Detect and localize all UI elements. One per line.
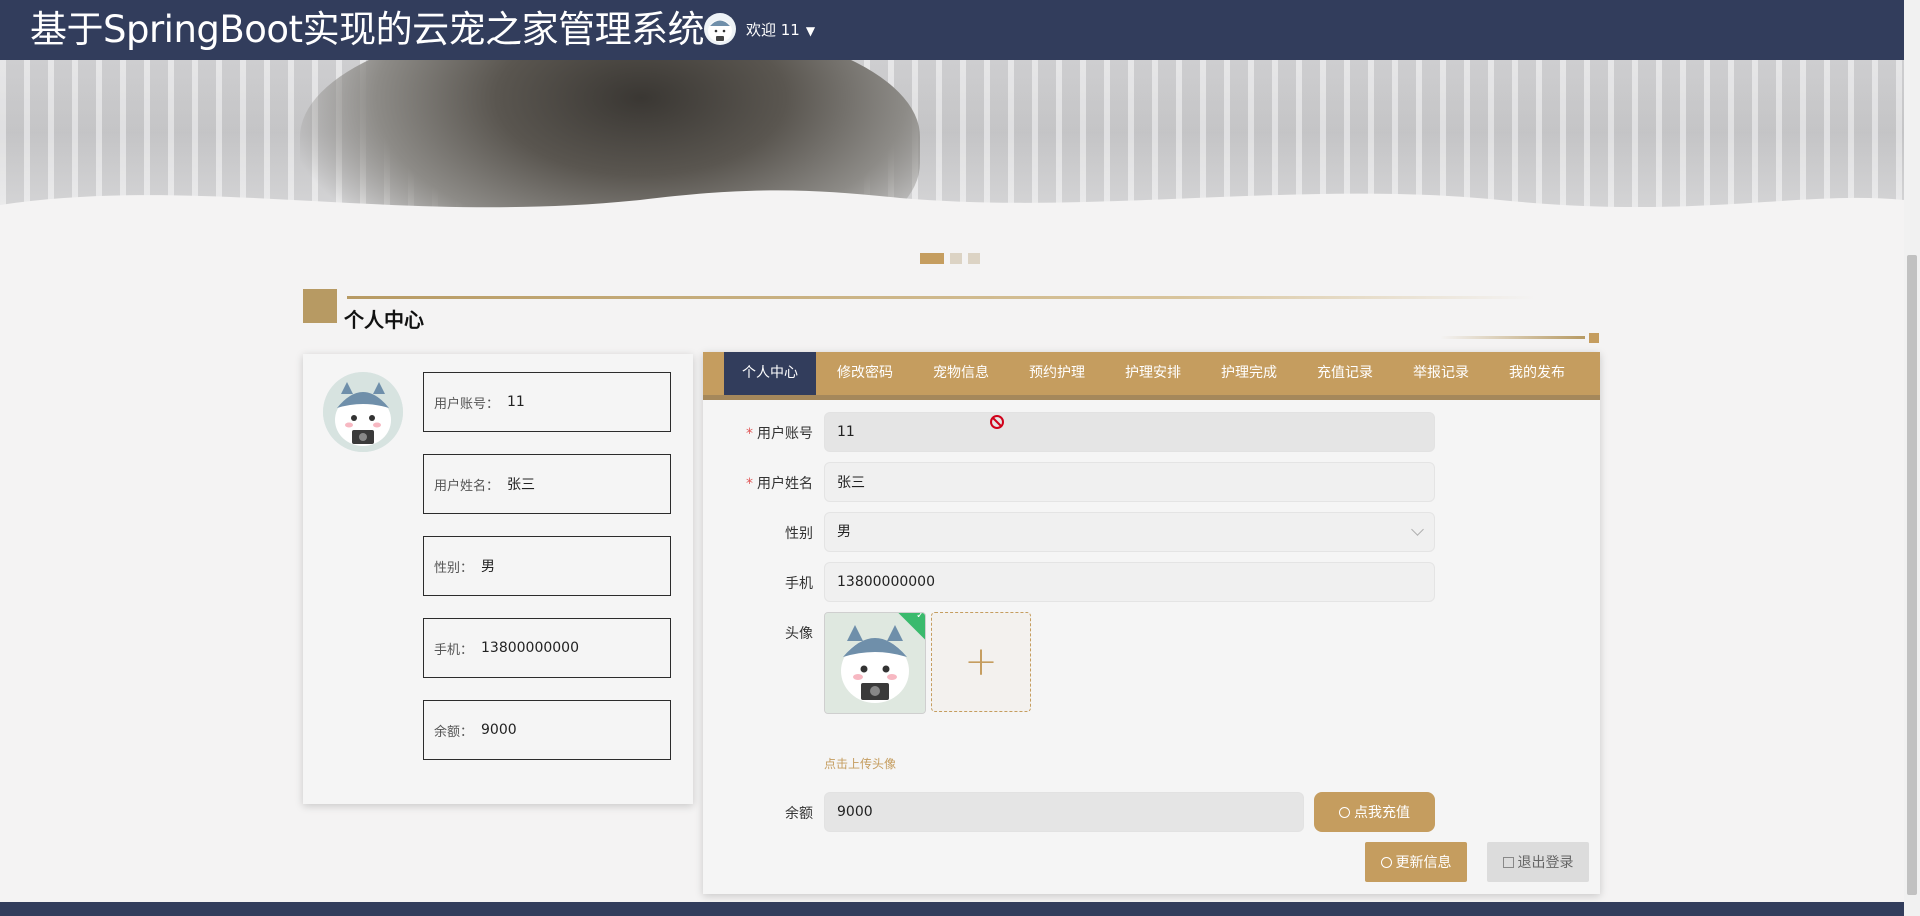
- info-account-label: 用户账号：: [434, 396, 500, 412]
- tab-recharge-records[interactable]: 充值记录: [1300, 352, 1390, 395]
- logout-button[interactable]: 退出登录: [1487, 842, 1589, 882]
- welcome-menu[interactable]: 欢迎 11 ▼: [746, 19, 815, 40]
- update-info-button[interactable]: 更新信息: [1365, 842, 1467, 882]
- info-account: 用户账号： 11: [423, 372, 671, 432]
- upload-hint: 点击上传头像: [824, 757, 897, 771]
- section-divider-right: [1440, 336, 1585, 339]
- info-name-value: 张三: [507, 477, 536, 493]
- required-mark: *: [746, 476, 753, 492]
- chevron-down-icon: [1411, 523, 1424, 536]
- cat-avatar-icon: [708, 20, 732, 42]
- carousel-dot-1[interactable]: [920, 253, 944, 264]
- info-phone-value: 13800000000: [481, 640, 579, 656]
- section-marker-small: [1589, 333, 1599, 343]
- logout-button-label: 退出登录: [1517, 855, 1574, 871]
- scrollbar-thumb[interactable]: [1907, 255, 1917, 895]
- section-divider: [347, 296, 1535, 299]
- caret-down-icon: ▼: [805, 24, 816, 38]
- upload-add-button[interactable]: +: [931, 612, 1031, 712]
- tab-pet-info[interactable]: 宠物信息: [916, 352, 1006, 395]
- info-gender: 性别： 男: [423, 536, 671, 596]
- recharge-icon: [1339, 806, 1350, 818]
- profile-form-card: 个人中心 修改密码 宠物信息 预约护理 护理安排 护理完成 充值记录 举报记录 …: [703, 352, 1600, 894]
- gender-label: 性别: [785, 526, 813, 542]
- info-name-label: 用户姓名：: [434, 478, 500, 494]
- tab-personal-center[interactable]: 个人中心: [724, 352, 816, 395]
- info-phone-label: 手机：: [434, 642, 474, 658]
- carousel-indicators: [920, 253, 980, 264]
- center-tabs: 个人中心 修改密码 宠物信息 预约护理 护理安排 护理完成 充值记录 举报记录 …: [703, 352, 1600, 400]
- cat-avatar-icon: [323, 372, 403, 452]
- phone-label: 手机: [785, 576, 813, 592]
- info-balance-value: 9000: [481, 722, 517, 738]
- tab-care-complete[interactable]: 护理完成: [1204, 352, 1294, 395]
- carousel-dot-3[interactable]: [968, 253, 980, 264]
- account-input[interactable]: [824, 412, 1435, 452]
- section-marker: [303, 289, 337, 323]
- tab-care-schedule[interactable]: 护理安排: [1108, 352, 1198, 395]
- account-label-text: 用户账号: [757, 426, 813, 442]
- recharge-button[interactable]: 点我充值: [1314, 792, 1435, 832]
- info-name: 用户姓名： 张三: [423, 454, 671, 514]
- not-allowed-cursor-icon: [990, 415, 1004, 429]
- account-label: * 用户账号: [703, 423, 813, 443]
- gender-select-value: 男: [837, 524, 851, 540]
- recharge-button-label: 点我充值: [1354, 805, 1410, 821]
- profile-card: 用户账号： 11 用户姓名： 张三 性别： 男 手机： 13800000000 …: [303, 354, 693, 804]
- phone-input[interactable]: [824, 562, 1435, 602]
- check-icon: ✓: [916, 612, 925, 622]
- profile-avatar: [323, 372, 403, 452]
- info-phone: 手机： 13800000000: [423, 618, 671, 678]
- required-mark: *: [746, 426, 753, 442]
- footer-bar: [0, 902, 1904, 916]
- tab-book-care[interactable]: 预约护理: [1012, 352, 1102, 395]
- page-scrollbar[interactable]: [1904, 0, 1920, 916]
- update-button-label: 更新信息: [1395, 855, 1452, 871]
- uploaded-avatar-thumb[interactable]: ✓: [824, 612, 926, 714]
- tab-change-password[interactable]: 修改密码: [820, 352, 910, 395]
- banner-wave: [0, 190, 1904, 240]
- tab-my-posts[interactable]: 我的发布: [1492, 352, 1582, 395]
- cat-avatar-icon: [825, 613, 925, 713]
- welcome-text: 欢迎 11: [746, 21, 800, 39]
- name-label: * 用户姓名: [703, 473, 813, 493]
- avatar-label: 头像: [785, 626, 813, 642]
- info-balance-label: 余额：: [434, 724, 474, 740]
- gender-select[interactable]: 男: [824, 512, 1435, 552]
- hero-banner: [0, 60, 1904, 240]
- check-circle-icon: [1380, 856, 1392, 868]
- info-gender-value: 男: [481, 559, 496, 575]
- user-avatar[interactable]: [704, 13, 736, 45]
- info-account-value: 11: [507, 394, 525, 410]
- info-gender-label: 性别：: [434, 560, 474, 576]
- balance-input[interactable]: [824, 792, 1304, 832]
- top-navbar: 基于SpringBoot实现的云宠之家管理系统 欢迎 11 ▼: [0, 0, 1920, 60]
- name-input[interactable]: [824, 462, 1435, 502]
- carousel-dot-2[interactable]: [950, 253, 962, 264]
- app-title: 基于SpringBoot实现的云宠之家管理系统: [30, 8, 705, 51]
- close-square-icon: [1502, 856, 1514, 868]
- tabs-shadow: [703, 395, 1600, 400]
- name-label-text: 用户姓名: [757, 476, 813, 492]
- balance-label: 余额: [785, 806, 813, 822]
- section-title: 个人中心: [344, 308, 424, 332]
- tab-report-records[interactable]: 举报记录: [1396, 352, 1486, 395]
- plus-icon: +: [964, 639, 998, 685]
- info-balance: 余额： 9000: [423, 700, 671, 760]
